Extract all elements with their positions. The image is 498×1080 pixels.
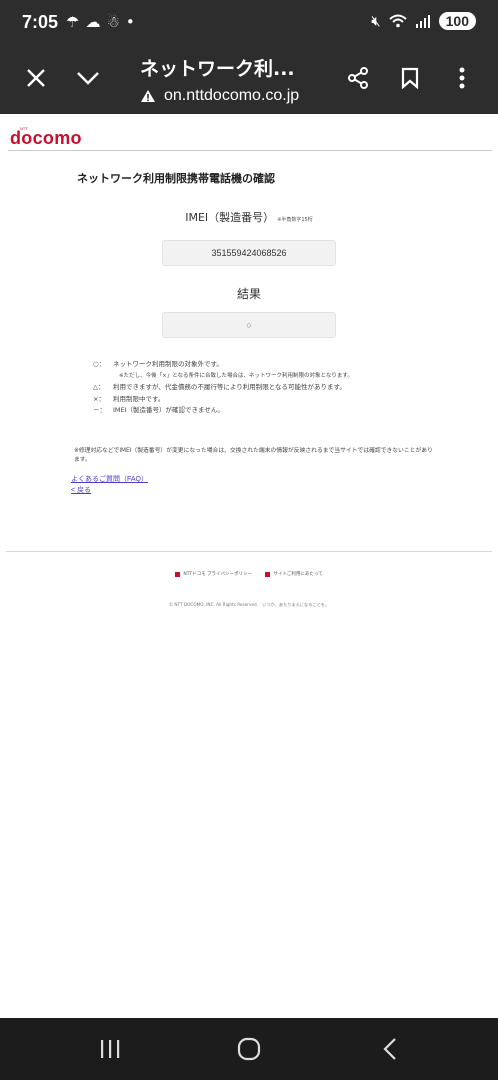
- imei-label: IMEI（製造番号）: [185, 211, 275, 224]
- status-left-icons: ☂☁☃•: [66, 13, 141, 31]
- legend-item: △： 利用できますが、代金債務の不履行等により利用制限となる可能性があります。: [93, 383, 346, 391]
- site-terms-link[interactable]: サイトご利用にあたって: [265, 571, 323, 577]
- footer-divider: [6, 551, 492, 552]
- back-icon: [383, 1038, 396, 1060]
- browser-toolbar: ネットワーク利... on.nttdocomo.co.jp: [0, 48, 498, 114]
- status-right-icons: 🔇︎ 100: [371, 12, 476, 30]
- status-bar: 7:05 ☂☁☃• 🔇︎ 100: [0, 0, 498, 48]
- result-field: ○: [162, 312, 336, 338]
- bookmark-button[interactable]: [390, 58, 430, 98]
- imei-label-row: IMEI（製造番号） ※半角数字15桁: [0, 209, 498, 225]
- web-page: NTT docomo ネットワーク利用制限携帯電話機の確認 IMEI（製造番号）…: [0, 114, 498, 1018]
- share-icon: [348, 67, 368, 89]
- copyright: © NTT DOCOMO, INC. All Rights Reserved. …: [168, 602, 330, 607]
- cloud-icon: ☁: [85, 13, 107, 31]
- dot-icon: •: [125, 13, 141, 31]
- bullet-icon: [265, 571, 271, 577]
- legend-item: ○： ネットワーク利用制限の対象外です。: [93, 360, 223, 368]
- page-heading: ネットワーク利用制限携帯電話機の確認: [77, 172, 275, 185]
- close-tab-button[interactable]: [16, 58, 56, 98]
- weather-icon: ☂: [66, 13, 86, 31]
- home-icon: [237, 1037, 261, 1061]
- bookmark-icon: [401, 67, 419, 89]
- legend-item: ※ただし、今後「×」となる条件に合致した場合は、ネットワーク利用制限の対象となり…: [119, 372, 353, 379]
- result-legend: ○： ネットワーク利用制限の対象外です。 ※ただし、今後「×」となる条件に合致した…: [93, 359, 353, 417]
- more-icon: [459, 67, 465, 89]
- header-divider: [8, 150, 492, 151]
- page-title: ネットワーク利...: [140, 58, 295, 80]
- back-button[interactable]: [370, 1034, 410, 1064]
- privacy-policy-link[interactable]: NTTドコモ プライバシーポリシー: [175, 571, 252, 577]
- status-time: 7:05: [22, 12, 59, 32]
- back-link[interactable]: < 戻る: [71, 485, 91, 495]
- system-nav-bar: [0, 1018, 498, 1080]
- recent-apps-button[interactable]: [90, 1034, 130, 1064]
- legend-item: ×： 利用制限中です。: [93, 394, 165, 403]
- chevron-down-icon: [77, 72, 99, 85]
- mute-vibrate-icon: 🔇︎: [371, 12, 381, 30]
- wifi-icon: [388, 14, 407, 28]
- more-options-button[interactable]: [442, 58, 482, 98]
- recent-apps-icon: [101, 1040, 120, 1058]
- warning-icon: [141, 90, 155, 102]
- minimize-button[interactable]: [68, 58, 108, 98]
- result-label: 結果: [236, 287, 261, 301]
- footer-links: NTTドコモ プライバシーポリシー サイトご利用にあたって: [0, 571, 498, 579]
- legend-item: －： IMEI（製造番号）が確認できません。: [93, 406, 224, 414]
- battery-badge: 100: [438, 12, 476, 30]
- page-url: on.nttdocomo.co.jp: [164, 87, 300, 104]
- docomo-logo[interactable]: docomo: [10, 128, 82, 149]
- home-button[interactable]: [229, 1034, 269, 1064]
- url-row: on.nttdocomo.co.jp: [140, 87, 330, 105]
- repair-note: ※修理対応などでIMEI（製造番号）が変更になった場合は、交換された端末の情報が…: [74, 448, 433, 463]
- imei-note: ※半角数字15桁: [277, 217, 313, 223]
- page-title-area[interactable]: ネットワーク利... on.nttdocomo.co.jp: [140, 54, 330, 105]
- signal-icon: [415, 15, 430, 28]
- result-value: ○: [246, 320, 252, 330]
- share-button[interactable]: [338, 58, 378, 98]
- notification-icon: ☃: [106, 13, 126, 31]
- close-icon: [27, 69, 45, 87]
- imei-field[interactable]: 351559424068526: [162, 240, 336, 266]
- faq-link[interactable]: よくあるご質問（FAQ）: [71, 474, 148, 484]
- bullet-icon: [175, 571, 181, 577]
